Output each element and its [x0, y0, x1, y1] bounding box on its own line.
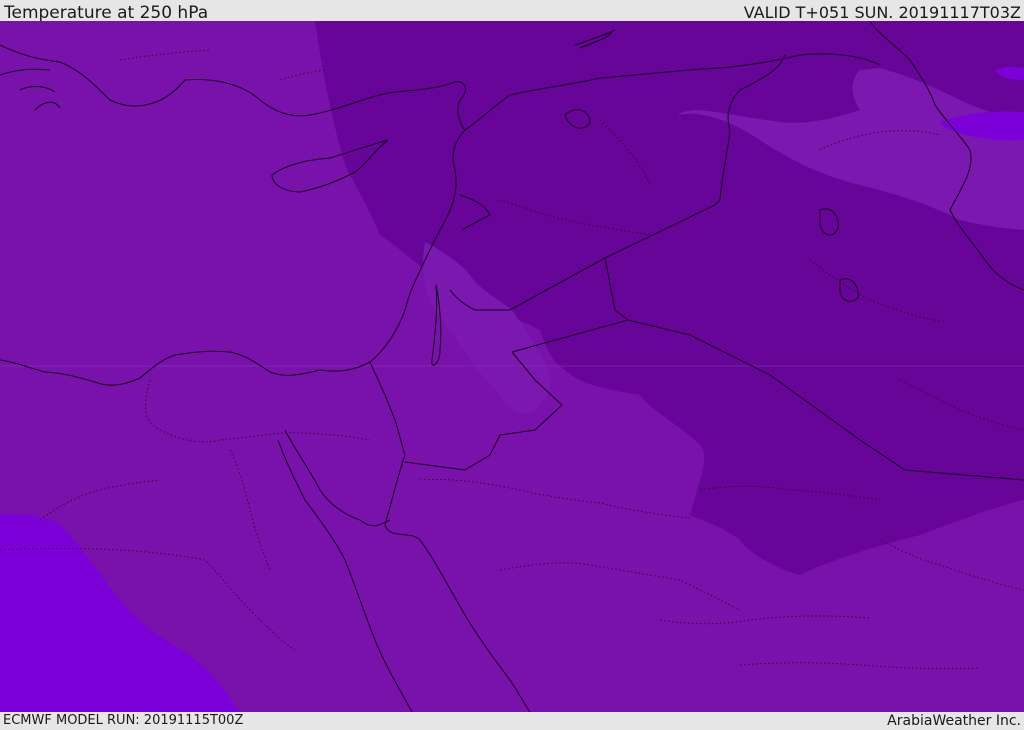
weather-map	[0, 21, 1024, 712]
credit-label: ArabiaWeather Inc.	[887, 713, 1021, 729]
map-canvas	[0, 21, 1024, 712]
footer-bar: ECMWF MODEL RUN: 20191115T00Z ArabiaWeat…	[0, 712, 1024, 729]
map-title: Temperature at 250 hPa	[4, 3, 209, 23]
header-bar: Temperature at 250 hPa VALID T+051 SUN. …	[0, 0, 1024, 23]
valid-time-label: VALID T+051 SUN. 20191117T03Z	[743, 3, 1021, 22]
model-run-label: ECMWF MODEL RUN: 20191115T00Z	[3, 713, 244, 728]
